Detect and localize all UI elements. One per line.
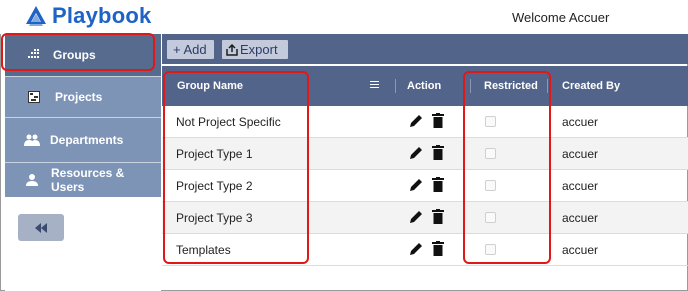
column-divider	[395, 79, 396, 93]
created-by-cell: accuer	[562, 243, 599, 257]
pencil-icon[interactable]	[408, 209, 424, 225]
collapse-sidebar-button[interactable]	[18, 214, 64, 241]
app-logo[interactable]: Playbook	[24, 3, 151, 29]
table-header: Group Name Action Restricted Created By	[162, 66, 688, 106]
departments-icon	[21, 132, 43, 148]
groups-icon	[23, 47, 45, 63]
trash-icon[interactable]	[432, 177, 444, 192]
pencil-icon[interactable]	[408, 241, 424, 257]
app-header: Playbook Welcome Accuer	[0, 0, 688, 34]
sidebar-item-departments[interactable]: Departments	[5, 118, 161, 162]
trash-icon[interactable]	[432, 209, 444, 224]
sidebar: Groups Projects Departments Resources & …	[5, 34, 161, 291]
add-button-label: + Add	[173, 42, 207, 57]
column-header-restricted[interactable]: Restricted	[484, 80, 538, 92]
double-chevron-left-icon	[35, 222, 47, 233]
group-name-cell: Project Type 3	[176, 211, 253, 225]
trash-icon[interactable]	[432, 113, 444, 128]
created-by-cell: accuer	[562, 179, 599, 193]
export-button[interactable]: Export	[222, 40, 288, 59]
sidebar-item-label: Departments	[50, 133, 124, 147]
playbook-logo-icon	[26, 6, 46, 26]
table-row[interactable]: Project Type 1 accuer	[162, 138, 688, 170]
column-header-group-name[interactable]: Group Name	[177, 80, 243, 92]
pencil-icon[interactable]	[408, 145, 424, 161]
created-by-cell: accuer	[562, 147, 599, 161]
sidebar-item-label: Groups	[53, 48, 96, 62]
column-divider	[470, 79, 471, 93]
sidebar-item-resources-users[interactable]: Resources & Users	[5, 163, 161, 197]
group-name-cell: Templates	[176, 243, 231, 257]
trash-icon[interactable]	[432, 241, 444, 256]
export-icon	[226, 43, 238, 56]
created-by-cell: accuer	[562, 211, 599, 225]
pencil-icon[interactable]	[408, 177, 424, 193]
restricted-checkbox[interactable]	[485, 148, 496, 159]
projects-icon	[23, 89, 45, 105]
restricted-checkbox[interactable]	[485, 116, 496, 127]
restricted-checkbox[interactable]	[485, 244, 496, 255]
export-button-label: Export	[240, 42, 278, 57]
trash-icon[interactable]	[432, 145, 444, 160]
table-row[interactable]: Project Type 3 accuer	[162, 202, 688, 234]
user-icon	[21, 172, 43, 188]
table-row[interactable]: Templates accuer	[162, 234, 688, 266]
add-button[interactable]: + Add	[167, 40, 214, 59]
table-row[interactable]: Not Project Specific accuer	[162, 106, 688, 138]
app-title: Playbook	[52, 3, 152, 28]
table-row[interactable]: Project Type 2 accuer	[162, 170, 688, 202]
column-menu-icon[interactable]	[370, 81, 379, 90]
column-divider	[547, 79, 548, 93]
toolbar: + Add Export	[162, 34, 688, 64]
group-name-cell: Project Type 1	[176, 147, 253, 161]
group-name-cell: Not Project Specific	[176, 115, 281, 129]
pencil-icon[interactable]	[408, 113, 424, 129]
restricted-checkbox[interactable]	[485, 212, 496, 223]
column-header-action: Action	[407, 80, 442, 92]
column-header-created-by[interactable]: Created By	[562, 80, 620, 92]
restricted-checkbox[interactable]	[485, 180, 496, 191]
created-by-cell: accuer	[562, 115, 599, 129]
group-name-cell: Project Type 2	[176, 179, 253, 193]
sidebar-item-groups[interactable]: Groups	[5, 34, 161, 76]
sidebar-item-label: Projects	[55, 90, 103, 104]
welcome-text: Welcome Accuer	[512, 10, 610, 25]
sidebar-item-label: Resources & Users	[50, 166, 125, 194]
sidebar-item-projects[interactable]: Projects	[5, 77, 161, 117]
